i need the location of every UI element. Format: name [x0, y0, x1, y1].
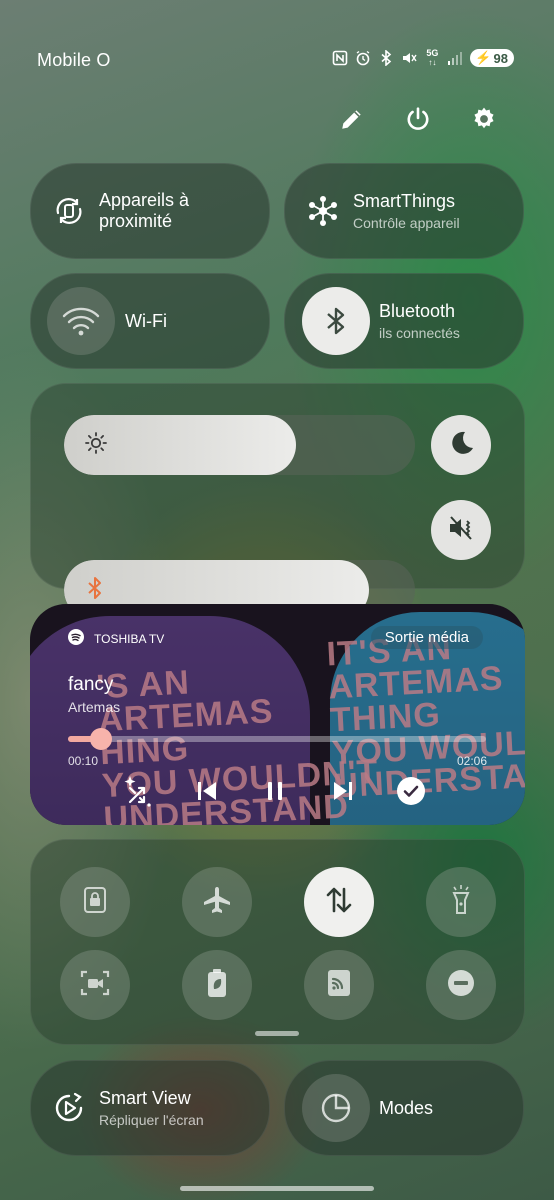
- wifi-icon: [47, 287, 115, 355]
- like-check-icon[interactable]: [394, 774, 428, 808]
- bluetooth-text: Bluetooth ils connectés: [379, 301, 460, 341]
- edit-icon[interactable]: [338, 104, 366, 134]
- nfc-icon: [332, 50, 348, 66]
- media-controls: [122, 774, 428, 808]
- moon-icon: [446, 428, 476, 463]
- media-artist: Artemas: [68, 699, 121, 715]
- brightness-slider[interactable]: [64, 415, 415, 475]
- smart-view-icon: [49, 1088, 89, 1128]
- modes-icon: [302, 1074, 370, 1142]
- media-output-button[interactable]: Sortie média: [370, 626, 483, 649]
- battery-indicator: ⚡ 98: [470, 49, 514, 67]
- 5g-icon: 5G ↑↓: [426, 48, 439, 68]
- media-source: TOSHIBA TV: [68, 629, 164, 648]
- nearby-devices-title-1: Appareils à: [99, 190, 190, 210]
- network-type: 5G: [426, 48, 439, 58]
- nearby-devices-text: Appareils à proximité: [99, 190, 189, 232]
- do-not-disturb-icon: [446, 968, 476, 1003]
- screen-recorder-icon: [79, 967, 111, 1004]
- cast-icon: [325, 967, 353, 1004]
- media-player-card[interactable]: 'S AN ARTEMAS HING YOU WOULDN'T UNDERSTAND I…: [30, 604, 525, 825]
- media-track-title: fancy: [68, 674, 114, 695]
- wifi-title: Wi-Fi: [125, 310, 167, 331]
- spotify-icon: [68, 629, 84, 648]
- bluetooth-title: Bluetooth: [379, 301, 456, 321]
- carrier-name: Mobile O: [37, 50, 111, 70]
- top-actions: [338, 104, 498, 134]
- charging-icon: ⚡: [475, 50, 492, 65]
- secure-folder-icon: [82, 885, 108, 920]
- media-seekbar[interactable]: [68, 728, 486, 750]
- media-duration: 02:06: [456, 754, 487, 768]
- home-indicator[interactable]: [180, 1186, 374, 1191]
- smartthings-tile[interactable]: SmartThings Contrôle appareil: [284, 163, 524, 259]
- nearby-devices-icon: [49, 191, 89, 231]
- bluetooth-subtitle: ils connectés: [379, 325, 460, 341]
- panel-expand-handle[interactable]: [255, 1031, 299, 1036]
- previous-icon[interactable]: [190, 774, 224, 808]
- quick-toggles-panel: [30, 839, 525, 1045]
- secure-folder-button[interactable]: [60, 867, 130, 937]
- alarm-icon: [355, 50, 371, 66]
- bluetooth-audio-icon: [86, 575, 104, 606]
- next-icon[interactable]: [326, 774, 360, 808]
- power-saving-icon: [206, 967, 228, 1004]
- battery-level: 98: [493, 50, 508, 66]
- nearby-devices-title-2: proximité: [99, 211, 173, 231]
- flashlight-button[interactable]: [426, 867, 496, 937]
- media-source-name: TOSHIBA TV: [94, 631, 165, 646]
- smart-view-tile[interactable]: Smart View Répliquer l'écran: [30, 1060, 270, 1156]
- signal-icon: [447, 50, 463, 66]
- smartthings-text: SmartThings Contrôle appareil: [353, 191, 460, 231]
- settings-icon[interactable]: [470, 104, 498, 134]
- bluetooth-tile[interactable]: Bluetooth ils connectés: [284, 273, 524, 369]
- media-elapsed: 00:10: [68, 754, 99, 768]
- dark-mode-button[interactable]: [431, 415, 491, 475]
- airplane-mode-button[interactable]: [182, 867, 252, 937]
- smart-view-title: Smart View: [99, 1088, 191, 1108]
- mute-icon: [401, 50, 417, 66]
- shuffle-icon[interactable]: [122, 774, 156, 808]
- power-icon[interactable]: [404, 104, 432, 134]
- cast-button[interactable]: [304, 950, 374, 1020]
- mobile-data-button[interactable]: [304, 867, 374, 937]
- smartthings-title: SmartThings: [353, 191, 456, 211]
- modes-tile[interactable]: Modes: [284, 1060, 524, 1156]
- screen-recorder-button[interactable]: [60, 950, 130, 1020]
- airplane-icon: [201, 884, 233, 921]
- smart-view-text: Smart View Répliquer l'écran: [99, 1088, 204, 1128]
- mobile-data-icon: [323, 884, 355, 921]
- brightness-slider-fill: [64, 415, 296, 475]
- sliders-panel: [30, 383, 525, 620]
- media-seekbar-knob[interactable]: [90, 728, 113, 750]
- smartthings-subtitle: Contrôle appareil: [353, 215, 460, 231]
- wifi-tile[interactable]: Wi-Fi: [30, 273, 270, 369]
- vibrate-mute-icon: [445, 513, 477, 548]
- bluetooth-tile-icon: [302, 287, 370, 355]
- modes-text: Modes: [379, 1098, 433, 1119]
- status-icons: 5G ↑↓ ⚡ 98: [332, 49, 514, 67]
- do-not-disturb-button[interactable]: [426, 950, 496, 1020]
- bluetooth-icon: [378, 50, 394, 66]
- brightness-icon: [84, 431, 108, 460]
- smart-view-subtitle: Répliquer l'écran: [99, 1112, 204, 1128]
- sound-mode-button[interactable]: [431, 500, 491, 560]
- pause-icon[interactable]: [258, 774, 292, 808]
- modes-title: Modes: [379, 1097, 434, 1118]
- nearby-devices-tile[interactable]: Appareils à proximité: [30, 163, 270, 259]
- wifi-text: Wi-Fi: [125, 311, 167, 332]
- smartthings-icon: [305, 191, 341, 231]
- power-saving-button[interactable]: [182, 950, 252, 1020]
- flashlight-icon: [449, 884, 473, 921]
